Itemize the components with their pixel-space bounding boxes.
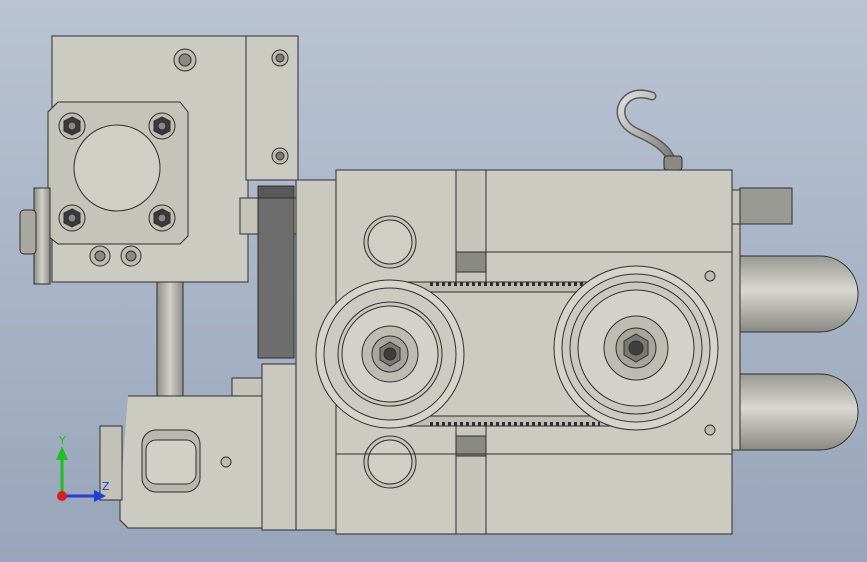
assembly-model[interactable] bbox=[19, 35, 859, 535]
guide-rod[interactable] bbox=[156, 281, 184, 397]
flange-bolt bbox=[58, 112, 86, 140]
lower-bracket[interactable] bbox=[99, 363, 297, 531]
z-axis-label: Z bbox=[102, 480, 110, 493]
y-axis-label: Y bbox=[58, 434, 66, 447]
motor-flange[interactable] bbox=[47, 101, 189, 267]
cylinder-lower[interactable] bbox=[739, 373, 859, 451]
pulley-left[interactable] bbox=[315, 279, 465, 429]
y-axis-arrow bbox=[56, 446, 68, 460]
flange-bolt bbox=[148, 112, 176, 140]
motor-shaft[interactable] bbox=[19, 187, 51, 285]
cad-viewport[interactable] bbox=[0, 0, 867, 562]
flange-bolt bbox=[148, 204, 176, 232]
cylinder-upper[interactable] bbox=[739, 255, 859, 333]
cable-hook[interactable] bbox=[616, 89, 683, 171]
orientation-triad: Y Z bbox=[56, 434, 110, 502]
pulley-right[interactable] bbox=[553, 265, 719, 431]
flange-bolt bbox=[58, 204, 86, 232]
x-axis-dot bbox=[57, 491, 67, 501]
